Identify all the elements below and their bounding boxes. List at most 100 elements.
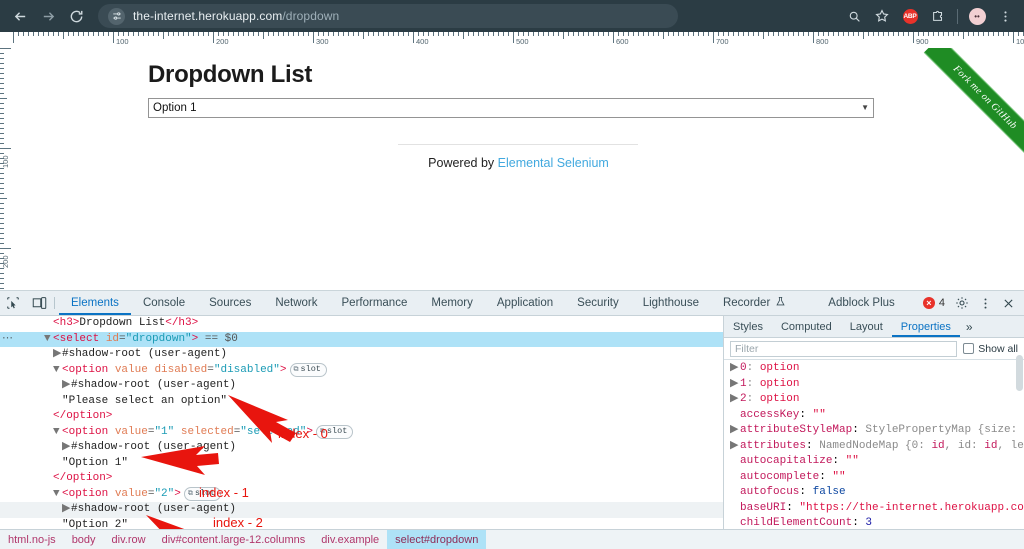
tab-application[interactable]: Application (485, 291, 565, 315)
breadcrumb-item[interactable]: div#content.large-12.columns (154, 530, 314, 549)
tab-network[interactable]: Network (263, 291, 329, 315)
expand-triangle-icon[interactable]: ▶ (730, 361, 740, 377)
close-icon[interactable] (998, 293, 1018, 313)
chevron-double-right-icon[interactable]: » (960, 316, 979, 337)
back-arrow-icon[interactable] (6, 2, 34, 30)
gear-icon[interactable] (952, 293, 972, 313)
ruler-tick (153, 32, 154, 36)
property-row[interactable]: autocomplete: "" (724, 470, 1024, 486)
address-bar[interactable]: the-internet.herokuapp.com/dropdown (98, 4, 678, 28)
property-row[interactable]: accessKey: "" (724, 408, 1024, 424)
url-host: the-internet.herokuapp.com (133, 9, 283, 23)
dom-tree-pane[interactable]: <h3>Dropdown List</h3> ⋯ ▼ <select id="drop… (0, 316, 724, 529)
dom-row[interactable]: </option> (0, 471, 723, 487)
ruler-tick (973, 32, 974, 36)
tab-security[interactable]: Security (565, 291, 631, 315)
ruler-tick (863, 32, 864, 39)
expand-triangle-icon[interactable]: ▶ (730, 439, 740, 455)
show-all-checkbox[interactable] (963, 343, 975, 354)
property-content: baseURI: "https://the-internet.herokuapp… (740, 501, 1024, 514)
dom-row[interactable]: "Option 2" (0, 518, 723, 530)
url-path: /dropdown (282, 9, 340, 23)
device-toolbar-icon[interactable] (26, 291, 52, 315)
expand-triangle-icon[interactable]: ▶ (730, 392, 740, 408)
ruler-tick (838, 32, 839, 36)
forward-arrow-icon[interactable] (34, 2, 62, 30)
extensions-puzzle-icon[interactable] (925, 3, 951, 29)
ruler-label: 300 (316, 37, 329, 46)
dom-row-selected[interactable]: ⋯ ▼ <select id="dropdown"> == $0 (0, 331, 723, 348)
ruler-tick (518, 32, 519, 36)
properties-scrollbar[interactable] (1016, 355, 1023, 391)
reload-icon[interactable] (62, 2, 90, 30)
dom-row[interactable]: ▶#shadow-root (user-agent) (0, 378, 723, 394)
ruler-tick (438, 32, 439, 36)
ruler-tick (338, 32, 339, 36)
expand-triangle-icon[interactable]: ▶ (730, 423, 740, 439)
expand-triangle-icon[interactable]: ▶ (730, 377, 740, 393)
property-row[interactable]: ▶ 2: option (724, 392, 1024, 408)
ruler-tick (418, 32, 419, 36)
property-row[interactable]: baseURI: "https://the-internet.herokuapp… (724, 501, 1024, 517)
tab-performance[interactable]: Performance (330, 291, 420, 315)
breadcrumb-item[interactable]: select#dropdown (387, 529, 487, 549)
tab-elements[interactable]: Elements (59, 291, 131, 315)
ruler-tick (663, 32, 664, 39)
sidebar-tab-computed[interactable]: Computed (772, 316, 841, 337)
ruler-tick (178, 32, 179, 36)
tab-adblock-plus[interactable]: Adblock Plus (816, 291, 906, 315)
breadcrumb-item[interactable]: body (64, 530, 104, 549)
dom-row-menu-icon[interactable]: ⋯ (2, 332, 13, 348)
dom-row[interactable]: ▶#shadow-root (user-agent) (0, 440, 723, 456)
adblock-plus-extension-icon[interactable]: ABP (897, 3, 923, 29)
profile-avatar[interactable]: •• (964, 3, 990, 29)
property-row[interactable]: autofocus: false (724, 485, 1024, 501)
dom-row[interactable]: "Option 1" (0, 456, 723, 472)
tab-recorder[interactable]: Recorder (711, 291, 798, 315)
property-row[interactable]: childElementCount: 3 (724, 516, 1024, 529)
ruler-tick (363, 32, 364, 39)
kebab-menu-icon[interactable] (975, 293, 995, 313)
property-row[interactable]: ▶ 0: option (724, 361, 1024, 377)
tab-sources[interactable]: Sources (197, 291, 263, 315)
sidebar-tab-styles[interactable]: Styles (724, 316, 772, 337)
tab-lighthouse[interactable]: Lighthouse (631, 291, 711, 315)
fork-me-on-github-ribbon[interactable]: Fork me on GitHub (923, 48, 1024, 159)
sidebar-tab-properties[interactable]: Properties (892, 316, 960, 337)
dom-row[interactable]: ▼ <option value disabled="disabled"> ⧉ slot (0, 362, 723, 379)
dom-row[interactable]: ▶#shadow-root (user-agent) (0, 347, 723, 363)
property-row[interactable]: ▶ attributes: NamedNodeMap {0: id, id: id… (724, 439, 1024, 455)
sidebar-tab-layout[interactable]: Layout (841, 316, 892, 337)
error-badge[interactable]: × 4 (922, 297, 945, 309)
page-info-icon[interactable] (108, 7, 125, 25)
show-all-toggle[interactable]: Show all (963, 343, 1018, 355)
properties-list[interactable]: ▶ 0: option ▶ 1: option ▶ 2: option accessKey:… (724, 360, 1024, 529)
dropdown-select[interactable]: Option 1 ▼ (148, 98, 874, 118)
inspect-element-icon[interactable] (0, 291, 26, 315)
breadcrumb-item[interactable]: div.row (104, 530, 154, 549)
dom-row-content: </option> (53, 472, 113, 484)
dom-row[interactable]: <h3>Dropdown List</h3> (0, 316, 723, 332)
property-row[interactable]: ▶ attributeStyleMap: StylePropertyMap {si… (724, 423, 1024, 439)
kebab-menu-icon[interactable] (992, 3, 1018, 29)
property-row[interactable]: autocapitalize: "" (724, 454, 1024, 470)
search-icon[interactable] (841, 3, 867, 29)
dom-row[interactable]: </option> (0, 409, 723, 425)
dom-row[interactable]: ▼ <option value="1" selected="selected"> ⧉… (0, 424, 723, 441)
tab-memory[interactable]: Memory (419, 291, 485, 315)
ruler-tick (0, 268, 4, 269)
elemental-selenium-link[interactable]: Elemental Selenium (498, 156, 609, 170)
breadcrumb-item[interactable]: div.example (313, 530, 387, 549)
ruler-tick (53, 32, 54, 36)
filter-input[interactable]: Filter (730, 340, 958, 357)
tab-console[interactable]: Console (131, 291, 197, 315)
star-icon[interactable] (869, 3, 895, 29)
dom-row[interactable]: ▼ <option value="2"> ⧉ slot (0, 486, 723, 503)
breadcrumb-item[interactable]: html.no-js (0, 530, 64, 549)
ruler-tick (0, 53, 4, 54)
dom-row[interactable]: "Please select an option" (0, 394, 723, 410)
dom-row[interactable]: ▶#shadow-root (user-agent) (0, 502, 723, 518)
property-row[interactable]: ▶ 1: option (724, 377, 1024, 393)
ruler-tick (228, 32, 229, 36)
footer-prefix: Powered by (428, 156, 495, 170)
